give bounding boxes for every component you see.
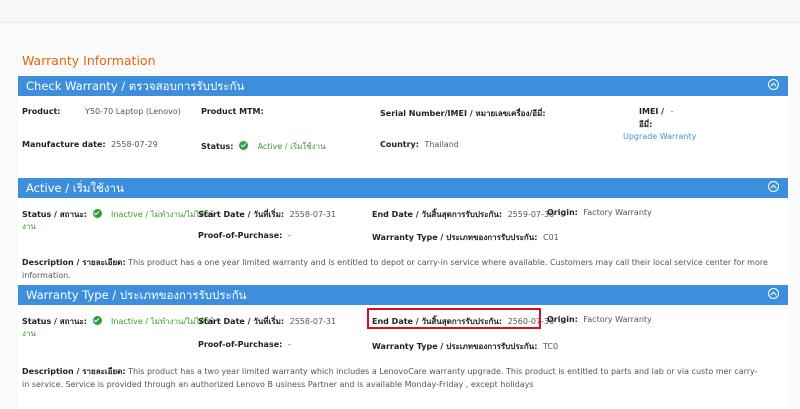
- active-end-date-field: End Date / วันสิ้นสุดการรับประกัน: 2559-…: [372, 208, 554, 221]
- active-warranty-type-field: Warranty Type / ประเภทของการรับประกัน: C…: [372, 231, 559, 244]
- collapse-chevron-up-icon[interactable]: [768, 288, 779, 299]
- wt-warranty-type-label: Warranty Type / ประเภทของการรับประกัน:: [372, 342, 538, 351]
- wt-description-label: Description / รายละเอียด:: [22, 367, 126, 376]
- active-description-label: Description / รายละเอียด:: [22, 258, 126, 267]
- product-field: Product: Y50-70 Laptop (Lenovo): [22, 107, 181, 116]
- active-start-date-field: Start Date / วันที่เริ่ม: 2558-07-31: [198, 208, 336, 221]
- active-status-value-cont: งาน: [22, 222, 36, 231]
- check-warranty-title: Check Warranty / ตรวจสอบการรับประกัน: [26, 79, 245, 93]
- wt-warranty-type-value: TC0: [542, 342, 559, 351]
- upgrade-warranty-link[interactable]: Upgrade Warranty: [623, 132, 696, 141]
- collapse-chevron-up-icon[interactable]: [768, 181, 779, 192]
- active-proof-of-purchase-label: Proof-of-Purchase:: [198, 231, 283, 240]
- wt-status-value-cont: งาน: [22, 329, 36, 338]
- active-body: Status / สถานะ: Inactive / ไม่ทำงาน/ไม่ไ…: [18, 198, 788, 286]
- wt-warranty-type-field: Warranty Type / ประเภทของการรับประกัน: T…: [372, 340, 558, 353]
- imei-field: IMEI / -: [639, 107, 674, 116]
- warranty-type-section: Warranty Type / ประเภทของการรับประกัน St…: [18, 285, 788, 409]
- status-value: Active / เริ่มใช้งาน: [257, 142, 326, 151]
- active-status-field: Status / สถานะ: Inactive / ไม่ทำงาน/ไม่ไ…: [22, 208, 214, 221]
- collapse-chevron-up-icon[interactable]: [768, 79, 779, 90]
- serial-number-field: Serial Number/IMEI / หมายเลขเครื่อง/อีมี…: [380, 107, 546, 120]
- active-warranty-type-label: Warranty Type / ประเภทของการรับประกัน:: [372, 233, 538, 242]
- active-proof-of-purchase-field: Proof-of-Purchase: -: [198, 231, 291, 240]
- active-origin-field: Origin: Factory Warranty: [547, 208, 652, 217]
- top-bar: [0, 0, 800, 23]
- imei-value: -: [670, 107, 674, 116]
- product-value: Y50-70 Laptop (Lenovo): [85, 107, 181, 116]
- check-circle-icon: [92, 316, 102, 325]
- wt-origin-label: Origin:: [547, 315, 578, 324]
- active-status-label: Status / สถานะ:: [22, 210, 87, 219]
- check-warranty-header[interactable]: Check Warranty / ตรวจสอบการรับประกัน: [18, 76, 788, 96]
- active-description-field: Description / รายละเอียด: This product h…: [22, 256, 782, 282]
- wt-description-value: This product has a two year limited warr…: [22, 367, 758, 389]
- wt-status-field: Status / สถานะ: Inactive / ไม่ทำงาน/ไม่ไ…: [22, 315, 214, 328]
- product-label: Product:: [22, 107, 61, 116]
- wt-description-field: Description / รายละเอียด: This product h…: [22, 365, 764, 391]
- country-value: Thailand: [424, 140, 459, 149]
- active-origin-label: Origin:: [547, 208, 578, 217]
- active-warranty-type-value: C01: [542, 233, 559, 242]
- active-start-date-label: Start Date / วันที่เริ่ม:: [198, 210, 285, 219]
- active-section: Active / เริ่มใช้งาน Status / สถานะ: Ina…: [18, 178, 788, 286]
- serial-number-label: Serial Number/IMEI / หมายเลขเครื่อง/อีมี…: [380, 109, 546, 118]
- active-start-date-value: 2558-07-31: [289, 210, 337, 219]
- wt-status-label: Status / สถานะ:: [22, 317, 87, 326]
- wt-start-date-field: Start Date / วันที่เริ่ม: 2558-07-31: [198, 315, 336, 328]
- wt-origin-value: Factory Warranty: [583, 315, 652, 324]
- wt-proof-of-purchase-label: Proof-of-Purchase:: [198, 340, 283, 349]
- wt-proof-of-purchase-field: Proof-of-Purchase: -: [198, 340, 291, 349]
- check-warranty-body: Product: Y50-70 Laptop (Lenovo) Product …: [18, 96, 788, 178]
- active-header[interactable]: Active / เริ่มใช้งาน: [18, 178, 788, 198]
- manufacture-date-value: 2558-07-29: [111, 140, 158, 149]
- wt-proof-of-purchase-value: -: [287, 340, 291, 349]
- status-label: Status:: [201, 142, 234, 151]
- warranty-type-title: Warranty Type / ประเภทของการรับประกัน: [26, 288, 247, 302]
- active-title: Active / เริ่มใช้งาน: [26, 181, 124, 195]
- wt-start-date-label: Start Date / วันที่เริ่ม:: [198, 317, 285, 326]
- active-end-date-label: End Date / วันสิ้นสุดการรับประกัน:: [372, 210, 503, 219]
- active-proof-of-purchase-value: -: [287, 231, 291, 240]
- end-date-highlight-box: [367, 308, 541, 329]
- warranty-type-body: Status / สถานะ: Inactive / ไม่ทำงาน/ไม่ไ…: [18, 305, 788, 409]
- country-field: Country: Thailand: [380, 140, 459, 149]
- product-mtm-label: Product MTM:: [201, 107, 264, 116]
- check-warranty-section: Check Warranty / ตรวจสอบการรับประกัน Pro…: [18, 76, 788, 178]
- check-circle-icon: [92, 209, 102, 218]
- country-label: Country:: [380, 140, 419, 149]
- imei-label: IMEI /: [639, 107, 665, 116]
- wt-origin-field: Origin: Factory Warranty: [547, 315, 652, 324]
- wt-start-date-value: 2558-07-31: [289, 317, 337, 326]
- manufacture-date-field: Manufacture date: 2558-07-29: [22, 140, 158, 149]
- imei-label-thai: อีมี่:: [639, 120, 653, 129]
- check-circle-icon: [239, 141, 249, 150]
- page-title: Warranty Information: [22, 53, 156, 68]
- product-mtm-field: Product MTM:: [201, 107, 264, 116]
- status-field: Status: Active / เริ่มใช้งาน: [201, 140, 326, 153]
- active-origin-value: Factory Warranty: [583, 208, 652, 217]
- manufacture-date-label: Manufacture date:: [22, 140, 106, 149]
- warranty-type-header[interactable]: Warranty Type / ประเภทของการรับประกัน: [18, 285, 788, 305]
- active-description-value: This product has a one year limited warr…: [22, 258, 768, 280]
